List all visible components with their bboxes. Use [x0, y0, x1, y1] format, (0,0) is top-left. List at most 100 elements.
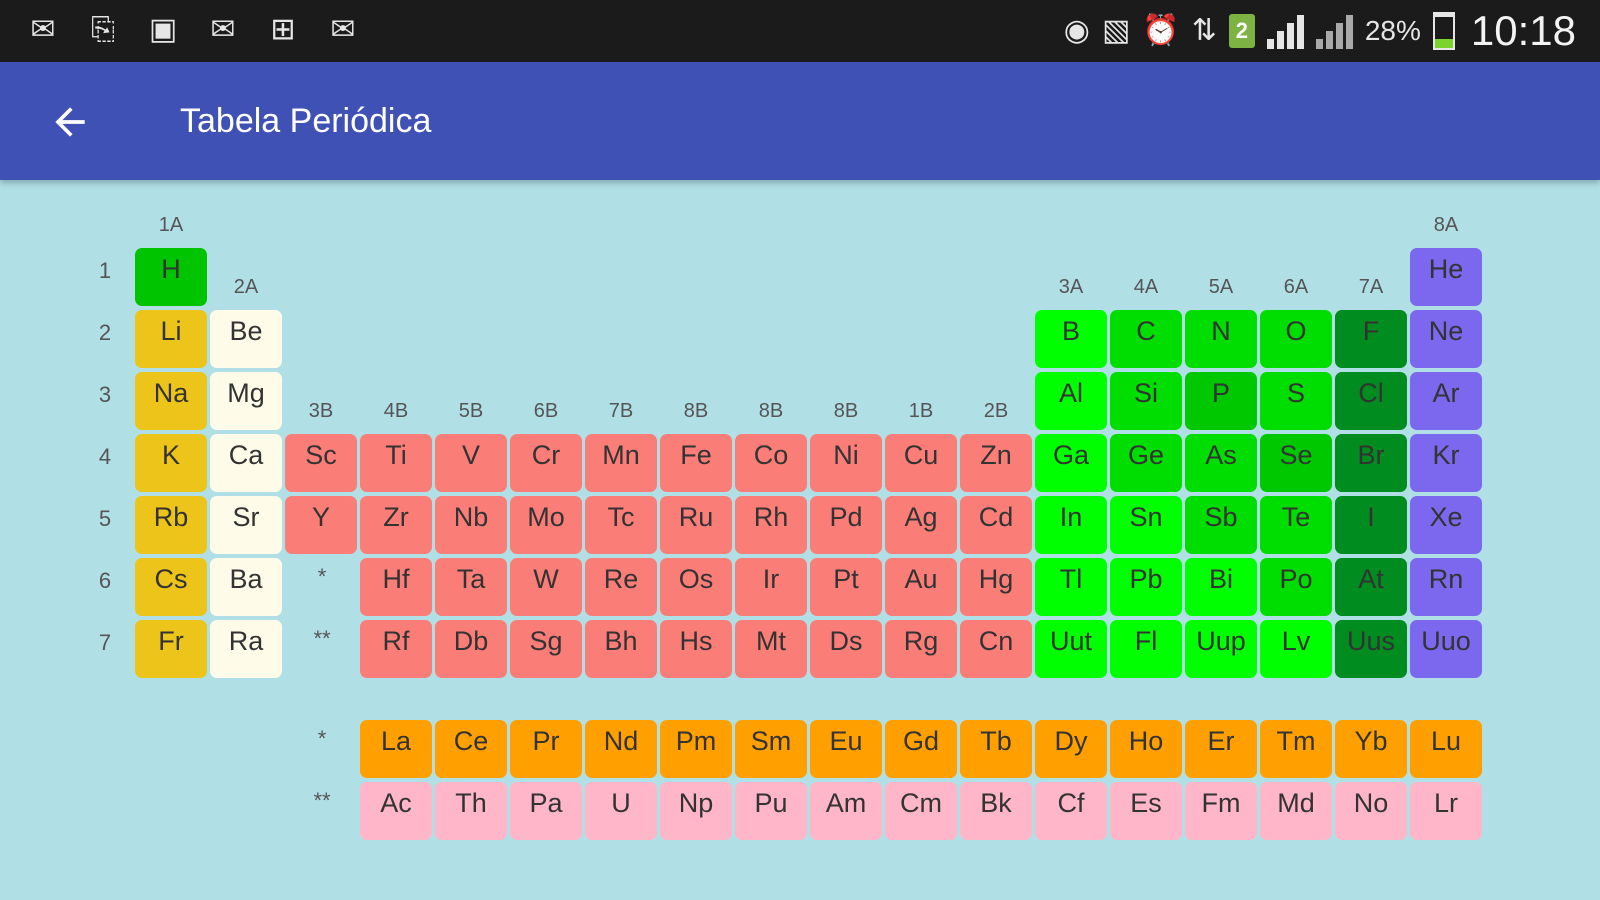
element-cell[interactable]: Cn	[960, 620, 1032, 678]
element-cell[interactable]: V	[435, 434, 507, 492]
lanthanide-cell[interactable]: Gd	[885, 720, 957, 778]
element-cell[interactable]: Kr	[1410, 434, 1482, 492]
element-cell[interactable]: Pb	[1110, 558, 1182, 616]
actinide-cell[interactable]: Pu	[735, 782, 807, 840]
lanthanide-cell[interactable]: Tm	[1260, 720, 1332, 778]
element-cell[interactable]: Ru	[660, 496, 732, 554]
element-cell[interactable]: Uuo	[1410, 620, 1482, 678]
element-cell[interactable]: Be	[210, 310, 282, 368]
actinide-cell[interactable]: Es	[1110, 782, 1182, 840]
element-cell[interactable]: B	[1035, 310, 1107, 368]
element-cell[interactable]: Ir	[735, 558, 807, 616]
element-cell[interactable]: Ni	[810, 434, 882, 492]
element-cell[interactable]: Bh	[585, 620, 657, 678]
element-cell[interactable]: Mg	[210, 372, 282, 430]
actinide-cell[interactable]: Pa	[510, 782, 582, 840]
element-cell[interactable]: Ds	[810, 620, 882, 678]
element-cell[interactable]: Sn	[1110, 496, 1182, 554]
element-cell[interactable]: Cr	[510, 434, 582, 492]
lanthanide-cell[interactable]: Pr	[510, 720, 582, 778]
element-cell[interactable]: Li	[135, 310, 207, 368]
element-cell[interactable]: Ti	[360, 434, 432, 492]
actinide-cell[interactable]: U	[585, 782, 657, 840]
element-cell[interactable]: N	[1185, 310, 1257, 368]
element-cell[interactable]: In	[1035, 496, 1107, 554]
element-cell[interactable]: H	[135, 248, 207, 306]
actinide-cell[interactable]: Cm	[885, 782, 957, 840]
element-cell[interactable]: Si	[1110, 372, 1182, 430]
element-cell[interactable]: I	[1335, 496, 1407, 554]
element-cell[interactable]: Rb	[135, 496, 207, 554]
lanthanide-cell[interactable]: Ce	[435, 720, 507, 778]
element-cell[interactable]: Rh	[735, 496, 807, 554]
element-cell[interactable]: Cs	[135, 558, 207, 616]
element-cell[interactable]: Cu	[885, 434, 957, 492]
element-cell[interactable]: Nb	[435, 496, 507, 554]
element-cell[interactable]: Cd	[960, 496, 1032, 554]
lanthanide-cell[interactable]: Lu	[1410, 720, 1482, 778]
lanthanide-cell[interactable]: Dy	[1035, 720, 1107, 778]
element-cell[interactable]: Pd	[810, 496, 882, 554]
element-cell[interactable]: W	[510, 558, 582, 616]
element-cell[interactable]: Mn	[585, 434, 657, 492]
element-cell[interactable]: Au	[885, 558, 957, 616]
element-cell[interactable]: Db	[435, 620, 507, 678]
element-cell[interactable]: S	[1260, 372, 1332, 430]
element-cell[interactable]: Mt	[735, 620, 807, 678]
actinide-cell[interactable]: Cf	[1035, 782, 1107, 840]
element-cell[interactable]: Uus	[1335, 620, 1407, 678]
lanthanide-cell[interactable]: Nd	[585, 720, 657, 778]
element-cell[interactable]: Hs	[660, 620, 732, 678]
element-cell[interactable]: Br	[1335, 434, 1407, 492]
element-cell[interactable]: Bi	[1185, 558, 1257, 616]
lanthanide-cell[interactable]: Yb	[1335, 720, 1407, 778]
element-cell[interactable]: Rn	[1410, 558, 1482, 616]
actinide-cell[interactable]: Lr	[1410, 782, 1482, 840]
element-cell[interactable]: Sr	[210, 496, 282, 554]
element-cell[interactable]: Al	[1035, 372, 1107, 430]
lanthanide-cell[interactable]: Er	[1185, 720, 1257, 778]
actinide-cell[interactable]: Bk	[960, 782, 1032, 840]
element-cell[interactable]: Tl	[1035, 558, 1107, 616]
element-cell[interactable]: Hg	[960, 558, 1032, 616]
element-cell[interactable]: Sb	[1185, 496, 1257, 554]
element-cell[interactable]: Ra	[210, 620, 282, 678]
actinide-cell[interactable]: Th	[435, 782, 507, 840]
element-cell[interactable]: Fr	[135, 620, 207, 678]
element-cell[interactable]: C	[1110, 310, 1182, 368]
element-cell[interactable]: P	[1185, 372, 1257, 430]
element-cell[interactable]: K	[135, 434, 207, 492]
element-cell[interactable]: Ta	[435, 558, 507, 616]
element-cell[interactable]: Lv	[1260, 620, 1332, 678]
element-cell[interactable]: Hf	[360, 558, 432, 616]
actinide-cell[interactable]: Ac	[360, 782, 432, 840]
element-cell[interactable]: Os	[660, 558, 732, 616]
element-cell[interactable]: Ne	[1410, 310, 1482, 368]
element-cell[interactable]: Tc	[585, 496, 657, 554]
element-cell[interactable]: Xe	[1410, 496, 1482, 554]
element-cell[interactable]: Ar	[1410, 372, 1482, 430]
element-cell[interactable]: Sc	[285, 434, 357, 492]
lanthanide-cell[interactable]: Eu	[810, 720, 882, 778]
element-cell[interactable]: Ge	[1110, 434, 1182, 492]
element-cell[interactable]: F	[1335, 310, 1407, 368]
back-button[interactable]	[40, 92, 100, 152]
element-cell[interactable]: Ca	[210, 434, 282, 492]
lanthanide-cell[interactable]: La	[360, 720, 432, 778]
element-cell[interactable]: Zn	[960, 434, 1032, 492]
element-cell[interactable]: Cl	[1335, 372, 1407, 430]
element-cell[interactable]: Ga	[1035, 434, 1107, 492]
element-cell[interactable]: Na	[135, 372, 207, 430]
element-cell[interactable]: Rf	[360, 620, 432, 678]
element-cell[interactable]: At	[1335, 558, 1407, 616]
element-cell[interactable]: Y	[285, 496, 357, 554]
element-cell[interactable]: Co	[735, 434, 807, 492]
element-cell[interactable]: Se	[1260, 434, 1332, 492]
element-cell[interactable]: As	[1185, 434, 1257, 492]
element-cell[interactable]: Ba	[210, 558, 282, 616]
element-cell[interactable]: Fl	[1110, 620, 1182, 678]
element-cell[interactable]: Pt	[810, 558, 882, 616]
actinide-cell[interactable]: Am	[810, 782, 882, 840]
element-cell[interactable]: Uup	[1185, 620, 1257, 678]
actinide-cell[interactable]: Fm	[1185, 782, 1257, 840]
